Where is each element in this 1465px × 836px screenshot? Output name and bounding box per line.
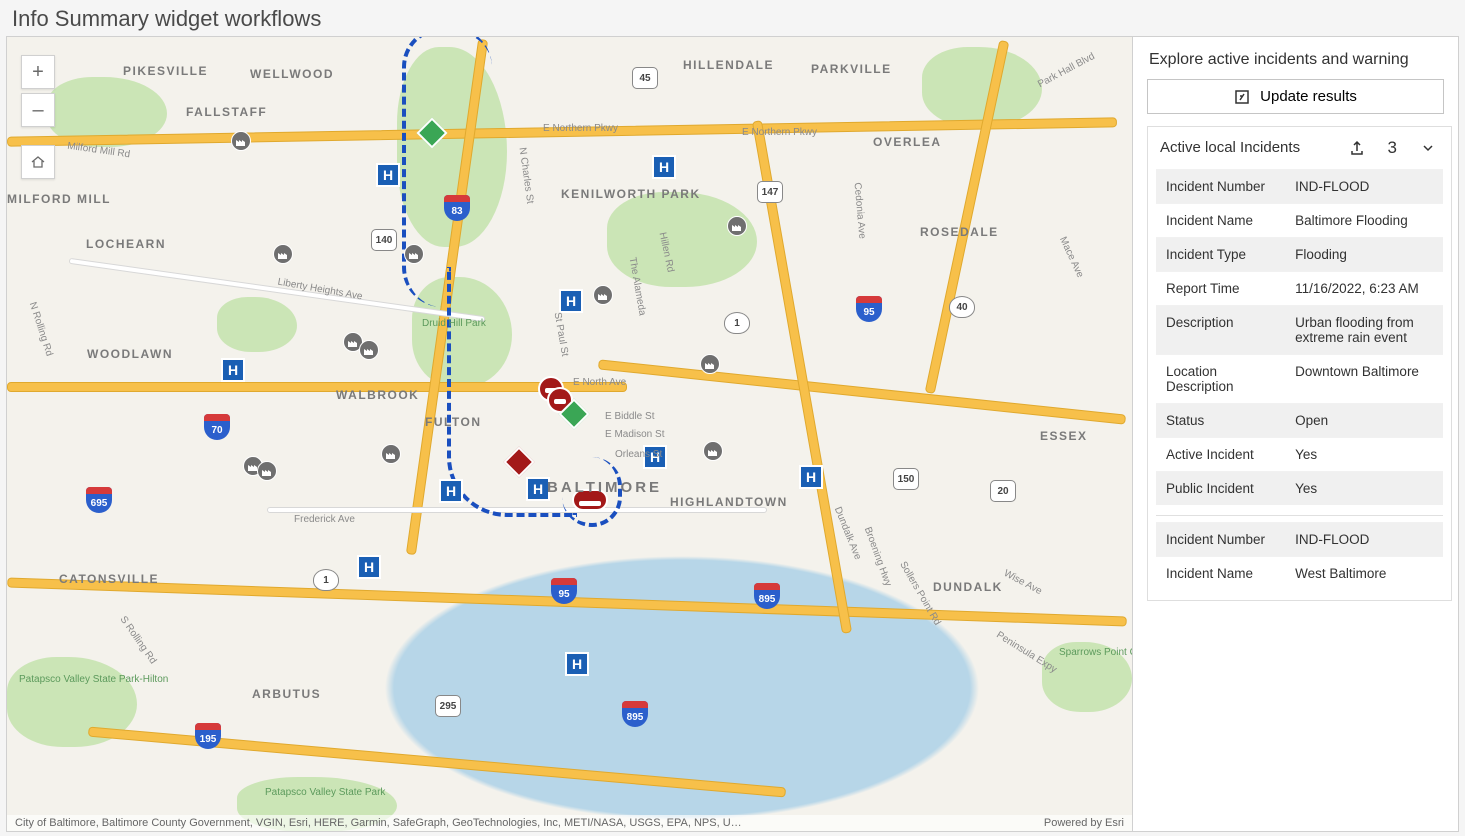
- hospital-icon: H: [221, 358, 245, 382]
- content-container: H H H H H H H H H H: [6, 36, 1459, 832]
- industry-icon: [359, 340, 379, 360]
- industry-icon: [703, 441, 723, 461]
- industry-icon: [404, 244, 424, 264]
- industry-icon: [700, 354, 720, 374]
- incident-table: Incident NumberIND-FLOOD Incident NameWe…: [1156, 522, 1443, 590]
- table-row: Active IncidentYes: [1156, 438, 1443, 472]
- map-attribution: City of Baltimore, Baltimore County Gove…: [7, 815, 1132, 831]
- incident-count: 3: [1378, 138, 1407, 158]
- export-icon: [1349, 140, 1365, 156]
- hospital-icon: H: [439, 479, 463, 503]
- industry-icon: [381, 444, 401, 464]
- route-shield: 1: [724, 312, 750, 334]
- incident-card: Active local Incidents 3 Incident Number…: [1147, 126, 1452, 601]
- table-row: Incident NumberIND-FLOOD: [1156, 170, 1443, 204]
- hospital-icon: H: [652, 155, 676, 179]
- card-divider: [1156, 515, 1443, 516]
- route-shield: 20: [990, 480, 1016, 502]
- table-row: Incident NameBaltimore Flooding: [1156, 204, 1443, 238]
- zoom-in-button[interactable]: +: [21, 55, 55, 89]
- route-shield: 147: [757, 181, 783, 203]
- industry-icon: [593, 285, 613, 305]
- route-shield: 45: [632, 67, 658, 89]
- route-shield: 150: [893, 468, 919, 490]
- update-icon: [1234, 89, 1250, 105]
- hospital-icon: H: [799, 465, 823, 489]
- industry-icon: [231, 131, 251, 151]
- interstate-shield: 70: [204, 414, 230, 440]
- interstate-shield: 895: [622, 701, 648, 727]
- route-shield: 295: [435, 695, 461, 717]
- interstate-shield: 83: [444, 195, 470, 221]
- table-row: Report Time11/16/2022, 6:23 AM: [1156, 272, 1443, 306]
- route-shield: 1: [313, 569, 339, 591]
- map-view[interactable]: H H H H H H H H H H: [7, 37, 1132, 831]
- route-shield: 140: [371, 229, 397, 251]
- card-header: Active local Incidents 3: [1148, 127, 1451, 169]
- interstate-shield: 195: [195, 723, 221, 749]
- incident-table: Incident NumberIND-FLOOD Incident NameBa…: [1156, 169, 1443, 505]
- sidebar-panel: Explore active incidents and warning Upd…: [1132, 37, 1458, 831]
- table-row: Public IncidentYes: [1156, 472, 1443, 506]
- table-row: Location DescriptionDowntown Baltimore: [1156, 355, 1443, 404]
- industry-icon: [273, 244, 293, 264]
- export-button[interactable]: [1346, 137, 1368, 159]
- table-row: Incident TypeFlooding: [1156, 238, 1443, 272]
- page-title: Info Summary widget workflows: [0, 0, 1465, 36]
- home-icon: [30, 154, 46, 170]
- results-scroll[interactable]: Active local Incidents 3 Incident Number…: [1133, 126, 1458, 831]
- home-button[interactable]: [21, 145, 55, 179]
- road-closed-icon: [572, 489, 608, 511]
- hospital-icon: H: [376, 163, 400, 187]
- hospital-icon: H: [643, 445, 667, 469]
- card-title: Active local Incidents: [1160, 138, 1336, 158]
- industry-icon: [257, 461, 277, 481]
- interstate-shield: 895: [754, 583, 780, 609]
- attribution-powered-by[interactable]: Powered by Esri: [1044, 817, 1124, 829]
- route-shield: 40: [949, 296, 975, 318]
- table-row: Incident NameWest Baltimore: [1156, 557, 1443, 591]
- chevron-down-icon: [1420, 140, 1436, 156]
- table-row: DescriptionUrban flooding from extreme r…: [1156, 306, 1443, 355]
- table-row: Incident NumberIND-FLOOD: [1156, 523, 1443, 557]
- hospital-icon: H: [526, 477, 550, 501]
- attribution-sources: City of Baltimore, Baltimore County Gove…: [15, 817, 742, 829]
- industry-icon: [727, 216, 747, 236]
- interstate-shield: 95: [856, 296, 882, 322]
- interstate-shield: 95: [551, 578, 577, 604]
- update-results-label: Update results: [1260, 88, 1357, 105]
- hospital-icon: H: [559, 289, 583, 313]
- sidebar-heading: Explore active incidents and warning: [1133, 37, 1458, 79]
- hospital-icon: H: [357, 555, 381, 579]
- table-row: StatusOpen: [1156, 404, 1443, 438]
- update-results-button[interactable]: Update results: [1147, 79, 1444, 114]
- zoom-out-button[interactable]: –: [21, 93, 55, 127]
- interstate-shield: 695: [86, 487, 112, 513]
- hospital-icon: H: [565, 652, 589, 676]
- collapse-button[interactable]: [1417, 137, 1439, 159]
